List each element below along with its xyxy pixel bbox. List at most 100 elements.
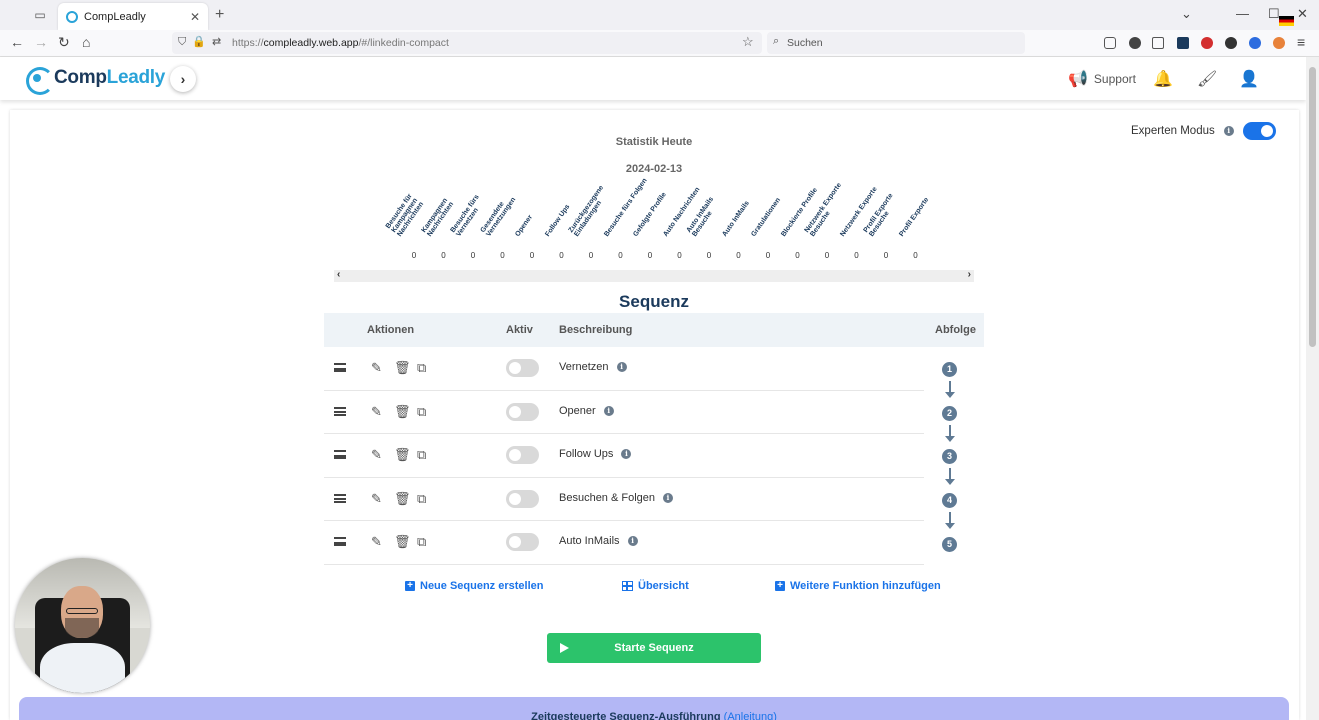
extension-icon[interactable] (1177, 37, 1189, 49)
expert-mode-toggle[interactable] (1243, 122, 1276, 140)
arrow-down-icon (945, 512, 955, 530)
info-icon[interactable]: i (627, 536, 638, 546)
page-scrollbar[interactable] (1306, 57, 1319, 720)
bookmark-star-icon[interactable]: ☆ (742, 34, 754, 50)
sequence-rows: ✎ 🗑 ⧉ Vernetzen i ✎ 🗑 ⧉ Opener i ✎ 🗑 ⧉ Follow Ups i ✎ 🗑 ⧉… (324, 347, 984, 565)
scroll-left-icon[interactable]: ‹ (337, 269, 340, 280)
expert-mode: Experten Modus i (1131, 125, 1234, 137)
info-icon[interactable]: i (616, 362, 627, 372)
arrow-down-icon (945, 381, 955, 398)
overview-link[interactable]: Übersicht (622, 580, 689, 592)
trash-icon[interactable]: 🗑 (394, 534, 411, 550)
home-icon[interactable]: ⌂ (82, 34, 90, 50)
new-tab-icon[interactable]: + (215, 6, 224, 24)
url-bar[interactable]: https://compleadly.web.app/#/linkedin-co… (172, 32, 762, 54)
stat-value: 0 (824, 251, 830, 260)
stat-value: 0 (618, 251, 623, 260)
new-sequence-link[interactable]: + Neue Sequenz erstellen (405, 580, 544, 592)
plus-square-icon: + (405, 581, 415, 591)
edit-icon[interactable]: ✎ (371, 404, 382, 420)
scroll-right-icon[interactable]: › (968, 269, 971, 280)
browser-search-input[interactable]: ⌕ Suchen (767, 32, 1025, 54)
browser-tab[interactable]: CompLeadly ✕ (58, 3, 208, 30)
drag-handle-icon[interactable] (334, 450, 346, 459)
row-description: Follow Ups i (559, 448, 632, 460)
header-order: Abfolge (935, 324, 976, 336)
back-icon[interactable]: ← (10, 34, 24, 50)
active-toggle[interactable] (506, 489, 539, 508)
copy-icon[interactable]: ⧉ (417, 360, 426, 376)
active-toggle[interactable] (506, 446, 539, 464)
copy-icon[interactable]: ⧉ (417, 534, 426, 550)
info-icon[interactable]: i (621, 449, 632, 459)
stats-horizontal-scrollbar[interactable]: ‹ › (334, 269, 974, 282)
trash-icon[interactable]: 🗑 (394, 404, 411, 420)
copy-icon[interactable]: ⧉ (417, 491, 426, 507)
reload-icon[interactable]: ↻ (58, 34, 70, 51)
row-description-label: Besuchen & Folgen (559, 491, 656, 504)
compleadly-logo[interactable]: CompLeadly (24, 65, 165, 95)
sequence-row: ✎ 🗑 ⧉ Opener i (324, 391, 924, 434)
trash-icon[interactable]: 🗑 (394, 360, 411, 376)
info-icon[interactable]: i (1223, 126, 1234, 136)
trash-icon[interactable]: 🗑 (394, 447, 411, 463)
notification-bell-icon[interactable]: 🔔 (1153, 69, 1173, 89)
tab-list-icon[interactable]: ▭ (30, 5, 50, 25)
german-flag-icon[interactable] (1279, 16, 1294, 26)
start-sequence-button[interactable]: Starte Sequenz (547, 633, 761, 663)
plus-square-icon: + (775, 581, 785, 591)
drag-handle-icon[interactable] (334, 406, 346, 416)
drag-handle-icon[interactable] (334, 493, 346, 503)
pocket-icon[interactable] (1104, 37, 1116, 49)
timed-execution-bar[interactable]: Zeitgesteuerte Sequenz-Ausführung (Anlei… (19, 697, 1289, 720)
edit-icon[interactable]: ✎ (371, 534, 382, 550)
minimize-icon[interactable]: — (1236, 6, 1249, 21)
active-toggle[interactable] (506, 533, 539, 551)
site-security-icon[interactable]: ⛉🔒⇄ (178, 35, 227, 49)
order-number: 1 (942, 362, 957, 377)
stat-value: 0 (500, 251, 505, 260)
tab-overflow-icon[interactable]: ⌄ (1181, 6, 1192, 22)
user-icon[interactable]: 👤 (1239, 69, 1259, 89)
drag-handle-icon[interactable] (334, 537, 346, 546)
copy-icon[interactable]: ⧉ (417, 404, 426, 420)
overview-label: Übersicht (638, 580, 689, 592)
support-button[interactable]: 📢 Support (1068, 69, 1136, 89)
expand-sidebar-button[interactable]: › (170, 66, 196, 92)
forward-icon[interactable]: → (34, 34, 48, 50)
active-toggle[interactable] (506, 402, 539, 421)
edit-icon[interactable]: ✎ (371, 491, 382, 507)
maximize-icon[interactable]: ☐ (1268, 6, 1280, 22)
stat-value: 0 (795, 251, 800, 260)
active-toggle[interactable] (506, 359, 539, 377)
extension-puzzle-icon[interactable] (1152, 37, 1164, 49)
extension-icon[interactable] (1129, 37, 1141, 49)
add-function-link[interactable]: + Weitere Funktion hinzufügen (775, 580, 941, 592)
close-window-icon[interactable]: ✕ (1297, 6, 1308, 22)
guide-link[interactable]: (Anleitung) (724, 711, 777, 720)
extension-icon[interactable] (1225, 37, 1237, 49)
row-description: Vernetzen i (559, 361, 627, 373)
tab-close-icon[interactable]: ✕ (190, 10, 200, 24)
trash-icon[interactable]: 🗑 (394, 491, 411, 507)
extension-icon[interactable] (1273, 37, 1285, 49)
info-icon[interactable]: i (663, 492, 674, 503)
scrollbar-thumb[interactable] (1309, 67, 1316, 347)
copy-icon[interactable]: ⧉ (417, 447, 426, 463)
extension-icon[interactable] (1249, 37, 1261, 49)
url-host: compleadly.web.app (263, 37, 359, 49)
adblock-icon[interactable] (1201, 37, 1213, 49)
info-icon[interactable]: i (603, 405, 614, 416)
edit-icon[interactable]: ✎ (371, 447, 382, 463)
start-sequence-label: Starte Sequenz (614, 642, 694, 654)
paint-roller-icon[interactable]: 🖌 (1197, 69, 1217, 89)
row-description-label: Auto InMails (559, 535, 620, 547)
arrow-down-icon (945, 468, 955, 486)
stat-value: 0 (588, 251, 594, 260)
header-active: Aktiv (506, 324, 533, 336)
header-description: Beschreibung (559, 324, 633, 336)
stat-value: 0 (706, 251, 712, 260)
menu-icon[interactable]: ≡ (1297, 34, 1305, 50)
edit-icon[interactable]: ✎ (371, 360, 382, 376)
drag-handle-icon[interactable] (334, 363, 346, 372)
